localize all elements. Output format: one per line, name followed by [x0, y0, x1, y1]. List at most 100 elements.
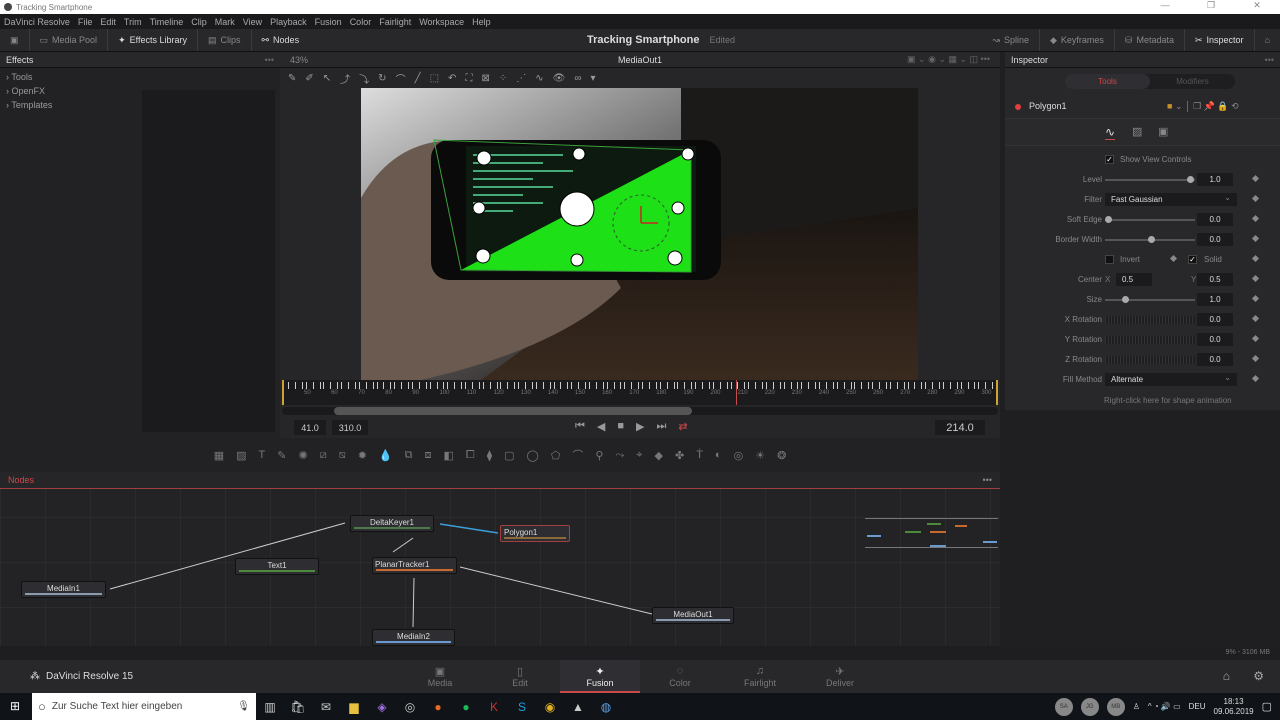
keyframe-icon[interactable] — [1251, 214, 1260, 223]
tray-icons[interactable]: ^ ◔ 🔊 ▭ — [1148, 702, 1181, 711]
center-x-field[interactable]: 0.5 — [1116, 273, 1152, 286]
task-view-icon[interactable]: ▥ — [256, 700, 284, 714]
tab-tools[interactable]: Tools — [1065, 74, 1150, 89]
3d-shape-tool-icon[interactable]: ◆ — [655, 449, 663, 462]
y-rotation-field[interactable]: 0.0 — [1197, 333, 1233, 346]
3d-render-tool-icon[interactable]: ◐ — [715, 449, 722, 461]
light-tool-icon[interactable]: ✹ — [358, 449, 367, 462]
fullscreen-button[interactable]: ⌂ — [1255, 29, 1280, 51]
delete-icon[interactable]: ⊠ — [481, 73, 489, 84]
invert-checkbox[interactable] — [1105, 255, 1114, 264]
planar-tool-icon[interactable]: ⤳ — [615, 449, 624, 462]
undo-icon[interactable]: ↶ — [448, 73, 456, 84]
node-mediain1[interactable]: MediaIn1 — [21, 581, 106, 598]
menu-color[interactable]: Color — [350, 17, 372, 27]
photos-icon[interactable]: ▲ — [564, 700, 592, 714]
windows-start-icon[interactable]: ⊞ — [10, 699, 20, 713]
z-rotation-wheel[interactable] — [1105, 356, 1195, 364]
menu-help[interactable]: Help — [472, 17, 491, 27]
home-icon[interactable]: ⌂ — [1223, 669, 1230, 683]
keyframe-icon[interactable] — [1251, 274, 1260, 283]
curve-icon[interactable]: ⤴ — [340, 71, 350, 86]
image-tool-icon[interactable]: ▨ — [236, 449, 246, 462]
pen-icon[interactable]: ✐ — [305, 73, 313, 84]
size-slider[interactable] — [1105, 296, 1195, 303]
firefox-icon[interactable]: ● — [424, 700, 452, 714]
node-deltakeyer[interactable]: DeltaKeyer1 — [350, 515, 434, 532]
menu-file[interactable]: File — [78, 17, 93, 27]
visibility-icon[interactable]: 👁 — [553, 73, 566, 84]
more-options-icon[interactable]: ••• — [1265, 55, 1274, 65]
node-planartracker[interactable]: PlanarTracker1 — [372, 557, 457, 574]
chain-icon[interactable]: ∞ — [574, 73, 581, 84]
rotate-icon[interactable]: ↻ — [378, 73, 386, 84]
settings-tab-icon[interactable]: ▣ — [1158, 125, 1168, 138]
timeline-scrollbar[interactable] — [282, 407, 998, 415]
node-enable-toggle[interactable] — [1015, 104, 1021, 110]
viewer-image[interactable] — [361, 88, 918, 380]
page-tab-color[interactable]: ◌ Color — [640, 660, 720, 693]
keyframes-button[interactable]: ◆ Keyframes — [1040, 29, 1115, 51]
node-mediain2[interactable]: MediaIn2 — [372, 629, 455, 646]
points-icon[interactable]: ⋰ — [516, 73, 526, 84]
background-tool-icon[interactable]: ▦ — [214, 449, 224, 462]
select-icon[interactable]: ↖ — [323, 73, 331, 84]
current-frame-field[interactable]: 214.0 — [935, 420, 985, 435]
spotify-icon[interactable]: ● — [452, 700, 480, 714]
node-controls[interactable]: ■ ⌄ │ ❐ 📌 🔒 ⟲ — [1167, 101, 1239, 112]
more-options-icon[interactable]: ••• — [265, 55, 274, 65]
scrollbar-thumb[interactable] — [334, 407, 692, 415]
clips-button[interactable]: ▤ Clips — [198, 29, 252, 51]
3d-merge-tool-icon[interactable]: ✤ — [675, 449, 684, 462]
panel-toggle-button[interactable]: ▣ — [0, 29, 30, 51]
points-icon[interactable]: ⁘ — [499, 73, 507, 84]
inspector-button[interactable]: ✂ Inspector — [1185, 29, 1255, 51]
mask-tool-icon[interactable]: ⧅ — [339, 449, 346, 462]
viewer-options-icon[interactable]: ▣ ⌄ ◉ ⌄ ▦ ⌄ ◫ ••• — [907, 54, 990, 65]
3d-text-tool-icon[interactable]: Ṫ — [696, 449, 703, 461]
blur-tool-icon[interactable]: ⧫ — [487, 449, 492, 462]
effects-library-button[interactable]: ✦ Effects Library — [108, 29, 198, 51]
transform-tool-icon[interactable]: ⧠ — [466, 449, 475, 462]
notifications-icon[interactable]: ▢ — [1262, 700, 1272, 713]
drop-tool-icon[interactable]: 💧 — [379, 449, 393, 462]
dropdown-icon[interactable]: ▾ — [590, 73, 595, 84]
curve-icon[interactable]: ⤵ — [359, 71, 369, 86]
play-icon[interactable]: ▶ — [636, 420, 644, 433]
people-icon[interactable]: ♙ — [1133, 702, 1140, 711]
x-rotation-field[interactable]: 0.0 — [1197, 313, 1233, 326]
ellipse-tool-icon[interactable]: ◯ — [527, 449, 539, 462]
keyframe-icon[interactable] — [1251, 374, 1260, 383]
keyframe-icon[interactable] — [1251, 234, 1260, 243]
shape-icon[interactable]: ⛶ — [465, 73, 472, 84]
tab-modifiers[interactable]: Modifiers — [1150, 74, 1235, 89]
x-rotation-wheel[interactable] — [1105, 316, 1195, 324]
effects-item-templates[interactable]: › Templates — [6, 100, 129, 114]
timeline-ruler[interactable]: 50 60 70 80 90 100 110 120 130 140 150 160 170 180 190… — [282, 380, 998, 405]
node-polygon[interactable]: Polygon1 — [500, 525, 570, 542]
stop-icon[interactable]: ■ — [617, 420, 624, 433]
nodes-button[interactable]: ⚯ Nodes — [252, 29, 310, 51]
border-width-field[interactable]: 0.0 — [1197, 233, 1233, 246]
metadata-button[interactable]: ⛁ Metadata — [1115, 29, 1185, 51]
particles-tool-icon[interactable]: ✺ — [298, 449, 307, 462]
play-reverse-icon[interactable]: ◀ — [597, 420, 605, 433]
filter-dropdown[interactable]: Fast Gaussian — [1105, 191, 1237, 206]
keyframe-icon[interactable] — [1251, 254, 1260, 263]
arc-icon[interactable]: ⌒ — [396, 71, 406, 86]
page-tab-fusion[interactable]: ✦ Fusion — [560, 660, 640, 693]
controls-tab-icon[interactable]: ∿ — [1105, 125, 1116, 140]
node-text[interactable]: Text1 — [235, 558, 319, 575]
keyframe-icon[interactable] — [1251, 194, 1260, 203]
bspline-tool-icon[interactable]: ⌒ — [572, 447, 583, 463]
merge-tool-icon[interactable]: ⧈ — [424, 449, 431, 462]
menu-workspace[interactable]: Workspace — [419, 17, 464, 27]
level-field[interactable]: 1.0 — [1197, 173, 1233, 186]
keyframe-icon[interactable] — [1251, 174, 1260, 183]
menu-trim[interactable]: Trim — [124, 17, 142, 27]
page-tab-deliver[interactable]: ✈ Deliver — [800, 660, 880, 693]
box-select-icon[interactable]: ⬚ — [430, 73, 439, 84]
app-icon[interactable]: K — [480, 700, 508, 714]
render-start-field[interactable]: 41.0 — [294, 420, 326, 435]
keyframe-icon[interactable] — [1251, 314, 1260, 323]
